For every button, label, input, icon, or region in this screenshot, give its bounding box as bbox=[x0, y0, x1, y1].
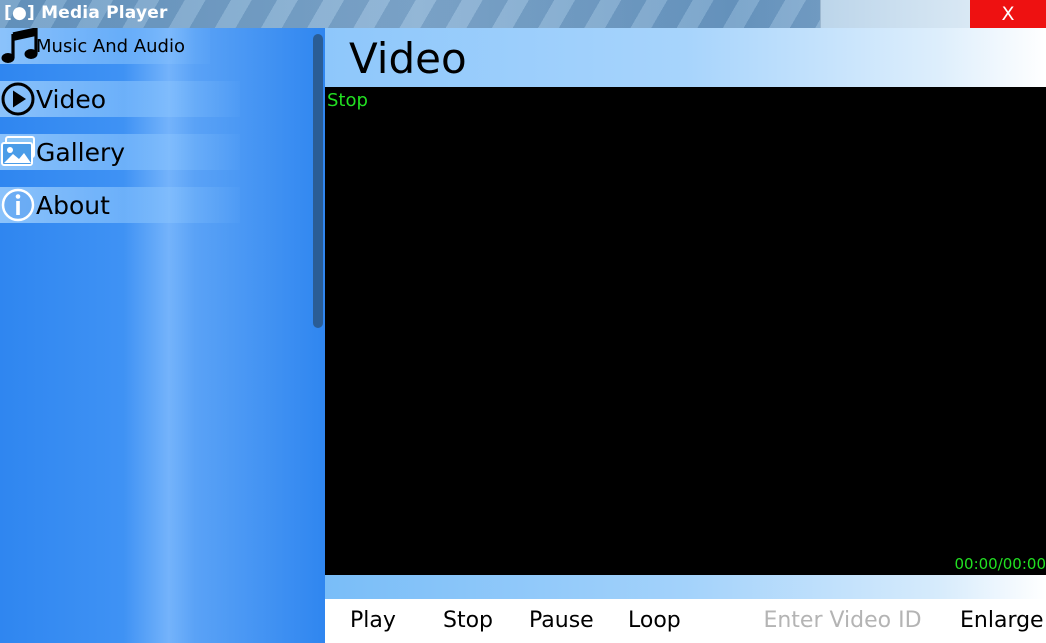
pause-button[interactable]: Pause bbox=[529, 603, 594, 637]
sidebar-item-about[interactable]: About bbox=[0, 187, 240, 223]
page-header: Video bbox=[325, 28, 1046, 87]
sidebar-item-video[interactable]: Video bbox=[0, 81, 240, 117]
sidebar-item-label: Video bbox=[36, 84, 107, 114]
main-panel: Video Stop 00:00/00:00 Play Stop Pause L… bbox=[325, 28, 1046, 643]
sidebar-item-label: Music And Audio bbox=[36, 35, 185, 57]
video-id-input[interactable] bbox=[745, 603, 940, 637]
stop-button[interactable]: Stop bbox=[443, 603, 493, 637]
sidebar-scrollbar[interactable] bbox=[313, 34, 323, 328]
sidebar-item-label: Gallery bbox=[36, 137, 126, 167]
title-bar[interactable]: [●] Media Player X bbox=[0, 0, 1046, 28]
time-display: 00:00/00:00 bbox=[954, 555, 1046, 573]
close-button[interactable]: X bbox=[970, 0, 1046, 28]
control-bar: Play Stop Pause Loop Enlarge bbox=[325, 599, 1046, 643]
loop-button[interactable]: Loop bbox=[628, 603, 681, 637]
enlarge-button[interactable]: Enlarge bbox=[960, 603, 1044, 637]
sidebar-item-music-and-audio[interactable]: Music And Audio bbox=[0, 28, 210, 64]
window-title: [●] Media Player bbox=[4, 3, 168, 23]
gallery-icon bbox=[0, 134, 38, 170]
title-bar-strip bbox=[820, 0, 970, 28]
video-screen[interactable]: Stop 00:00/00:00 bbox=[325, 87, 1046, 575]
sidebar-item-label: About bbox=[36, 190, 110, 220]
player-status: Stop bbox=[327, 90, 368, 111]
sidebar: Music And Audio Video Gallery About bbox=[0, 28, 325, 643]
info-icon bbox=[0, 187, 38, 223]
sidebar-item-gallery[interactable]: Gallery bbox=[0, 134, 240, 170]
page-title: Video bbox=[349, 34, 467, 83]
play-button[interactable]: Play bbox=[350, 603, 396, 637]
play-circle-icon bbox=[0, 81, 38, 117]
progress-bar[interactable] bbox=[325, 575, 1046, 599]
music-note-icon bbox=[0, 28, 38, 64]
